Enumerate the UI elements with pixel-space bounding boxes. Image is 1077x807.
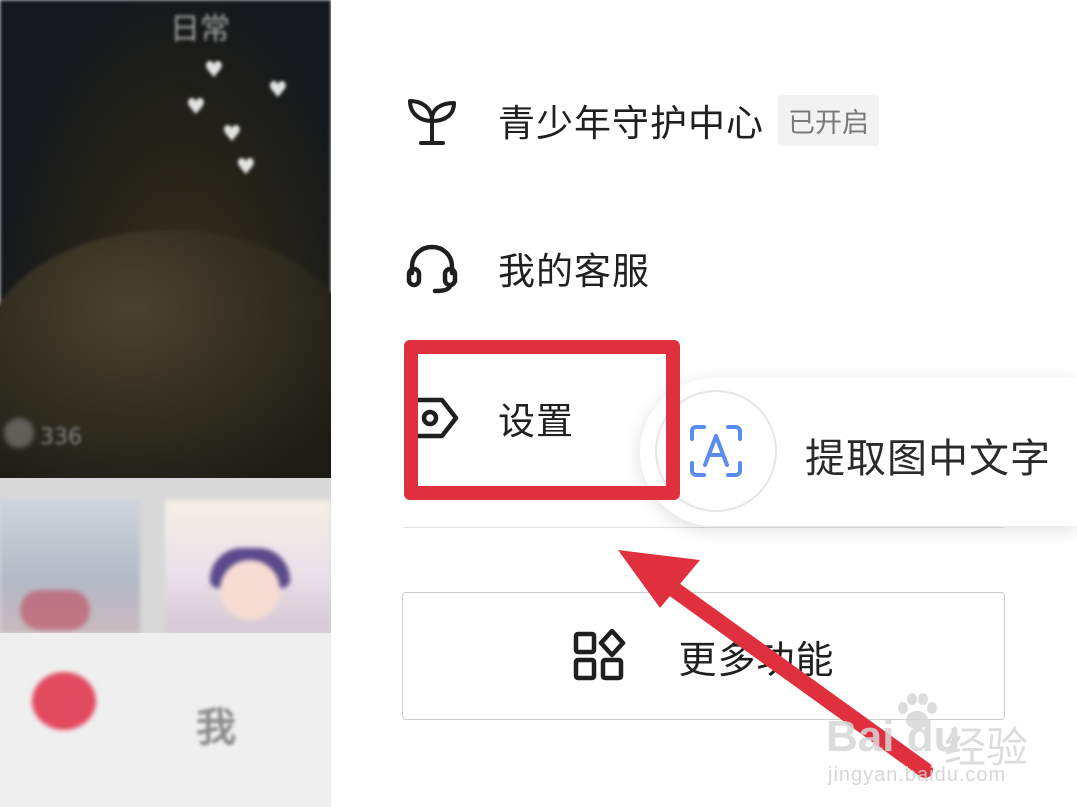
background-photo: 日常 ♥ ♥ ♥ ♥ ♥ 336 xyxy=(0,0,331,490)
highlight-box xyxy=(404,340,680,500)
heart-icon: ♥ xyxy=(236,155,256,180)
menu-item-label: 青少年守护中心 xyxy=(498,102,764,145)
tab-notification-badge xyxy=(32,672,96,730)
status-badge: 已开启 xyxy=(778,94,879,146)
sprout-icon xyxy=(404,92,460,148)
heart-icon: ♥ xyxy=(204,58,224,83)
menu-item-youth-protection[interactable]: 青少年守护中心 已开启 xyxy=(404,80,879,160)
background-app: 日常 ♥ ♥ ♥ ♥ ♥ 336 我 xyxy=(0,0,331,807)
thumbnail-row xyxy=(0,478,331,633)
watermark-url: jingyan.baidu.com xyxy=(828,764,1007,786)
more-features-label: 更多功能 xyxy=(678,637,835,682)
headset-icon xyxy=(404,240,460,296)
thumbnail[interactable] xyxy=(0,500,140,633)
heart-icon: ♥ xyxy=(268,78,288,103)
grid-apps-icon xyxy=(572,628,628,684)
watermark: Bai du 经验 jingyan.baidu.com xyxy=(826,690,1076,800)
extract-text-label: 提取图中文字 xyxy=(805,436,1051,482)
thumbnail[interactable] xyxy=(165,500,331,633)
tab-me[interactable]: 我 xyxy=(196,695,236,753)
watermark-logo: Bai du xyxy=(826,712,961,761)
heart-icon: ♥ xyxy=(222,122,242,147)
like-icon xyxy=(4,418,34,448)
like-count: 336 xyxy=(40,425,82,450)
divider xyxy=(404,527,1004,528)
photo-caption-fragment: 日常 xyxy=(170,12,230,47)
heart-icon: ♥ xyxy=(186,95,206,120)
menu-item-customer-service[interactable]: 我的客服 xyxy=(404,228,650,308)
menu-item-label: 我的客服 xyxy=(498,250,650,293)
extract-text-popup[interactable]: 提取图中文字 xyxy=(640,378,1077,526)
